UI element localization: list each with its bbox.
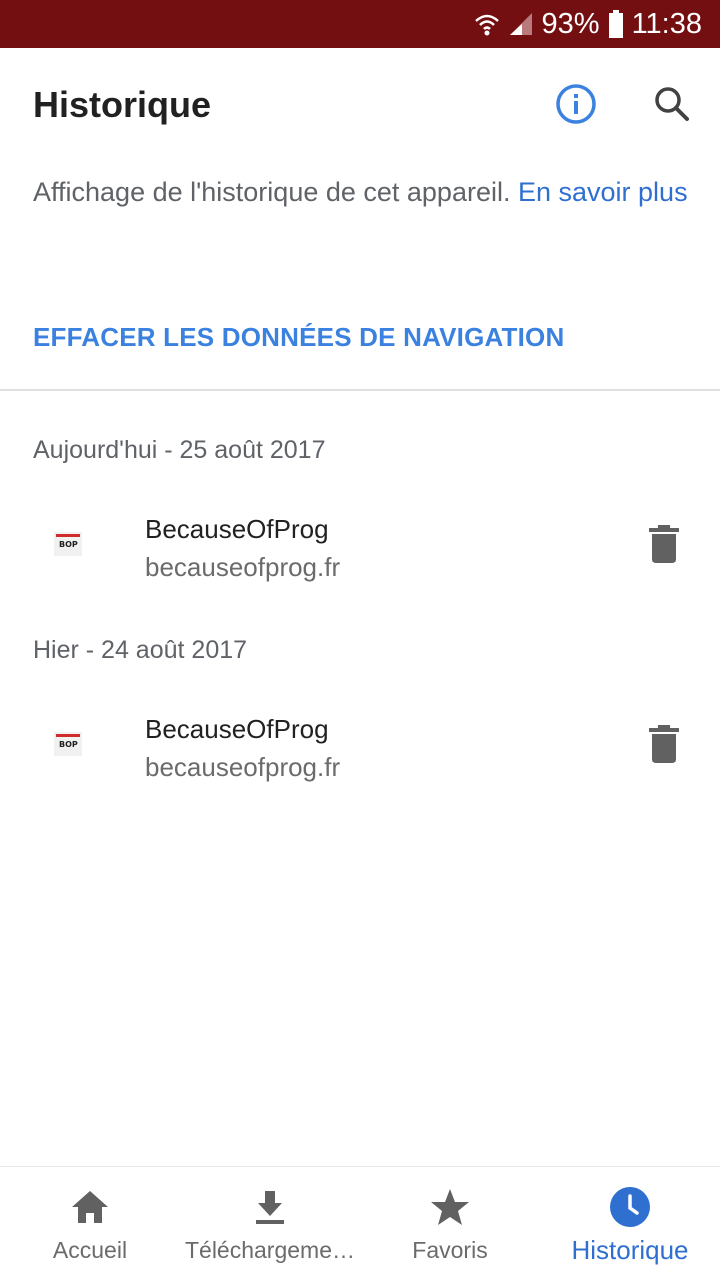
divider xyxy=(0,389,720,391)
cellular-signal-icon xyxy=(508,11,534,37)
clock-time: 11:38 xyxy=(631,7,702,40)
trash-icon xyxy=(649,724,679,768)
search-button[interactable] xyxy=(648,82,696,130)
app-header: Historique xyxy=(0,48,720,164)
nav-item-bookmarks[interactable]: Favoris xyxy=(360,1167,540,1281)
battery-percent: 93% xyxy=(541,7,600,40)
download-icon xyxy=(254,1189,286,1230)
favicon-text: BOP xyxy=(59,740,78,749)
nav-item-home[interactable]: Accueil xyxy=(0,1167,180,1281)
history-item-url: becauseofprog.fr xyxy=(145,552,341,582)
history-description-text: Affichage de l'historique de cet apparei… xyxy=(33,177,518,207)
nav-label: Historique xyxy=(571,1235,689,1265)
wifi-icon xyxy=(474,11,500,37)
battery-icon xyxy=(608,10,624,38)
star-icon xyxy=(430,1188,470,1231)
history-item[interactable]: BOP BecauseOfProg becauseofprog.fr xyxy=(0,500,720,600)
search-icon xyxy=(652,84,692,129)
section-date-today: Aujourd'hui - 25 août 2017 xyxy=(33,436,326,464)
nav-label: Favoris xyxy=(412,1237,488,1263)
clear-browsing-data-button[interactable]: EFFACER LES DONNÉES DE NAVIGATION xyxy=(33,322,564,353)
nav-item-history[interactable]: Historique xyxy=(540,1167,720,1281)
info-button[interactable] xyxy=(552,82,600,130)
history-item-title: BecauseOfProg xyxy=(145,714,329,744)
info-icon xyxy=(555,83,597,130)
history-item[interactable]: BOP BecauseOfProg becauseofprog.fr xyxy=(0,700,720,800)
trash-icon xyxy=(649,524,679,568)
delete-button[interactable] xyxy=(638,720,690,772)
history-clock-icon xyxy=(609,1186,651,1233)
bottom-navigation: Accueil Téléchargeme… Favoris Historique xyxy=(0,1166,720,1281)
site-favicon-icon: BOP xyxy=(54,732,82,756)
page-title: Historique xyxy=(33,84,212,125)
section-date-yesterday: Hier - 24 août 2017 xyxy=(33,636,248,664)
delete-button[interactable] xyxy=(638,520,690,572)
nav-label: Accueil xyxy=(52,1237,128,1263)
status-bar: 93% 11:38 xyxy=(0,0,720,48)
history-item-url: becauseofprog.fr xyxy=(145,752,341,782)
home-icon xyxy=(70,1189,110,1230)
history-description: Affichage de l'historique de cet apparei… xyxy=(33,170,693,215)
nav-item-downloads[interactable]: Téléchargeme… xyxy=(180,1167,360,1281)
history-item-title: BecauseOfProg xyxy=(145,514,329,544)
favicon-text: BOP xyxy=(59,540,78,549)
site-favicon-icon: BOP xyxy=(54,532,82,556)
nav-label: Téléchargeme… xyxy=(184,1237,356,1263)
learn-more-link[interactable]: En savoir plus xyxy=(518,177,688,207)
